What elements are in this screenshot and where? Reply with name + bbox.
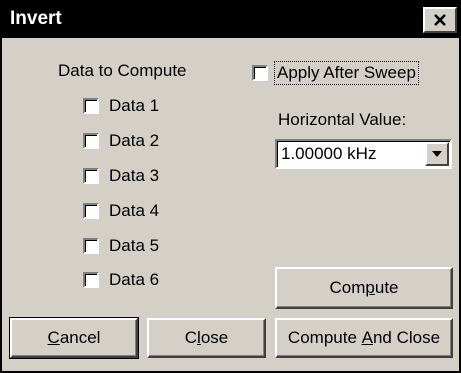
compute-label-b: ute (374, 278, 399, 297)
horizontal-value-selected: 1.00000 kHz (281, 144, 377, 163)
compute-and-close-label-mnemonic: A (361, 328, 373, 347)
dropdown-button[interactable] (425, 142, 449, 166)
close-icon (434, 14, 446, 26)
compute-label-a: Com (329, 278, 366, 297)
close-label-b: ose (200, 328, 229, 347)
close-button[interactable]: Cl ose (147, 318, 266, 358)
data-1-label: Data 1 (109, 96, 160, 115)
horizontal-value-label: Horizontal Value: (278, 110, 407, 129)
data-3-label: Data 3 (109, 166, 160, 185)
data-3-option[interactable]: Data 3 (83, 165, 159, 187)
horizontal-value-dropdown[interactable]: 1.00000 kHz (275, 139, 452, 169)
data-6-option[interactable]: Data 6 (83, 269, 159, 291)
data-4-checkbox[interactable] (83, 203, 99, 219)
chevron-down-icon (432, 151, 442, 157)
apply-after-sweep-checkbox[interactable] (252, 65, 268, 81)
data-2-label: Data 2 (109, 131, 160, 150)
title-bar: Invert (2, 2, 459, 38)
cancel-button[interactable]: Cancel (9, 317, 139, 359)
compute-and-close-button[interactable]: Compute And Close (275, 318, 453, 358)
data-6-label: Data 6 (109, 270, 160, 289)
data-4-label: Data 4 (109, 201, 160, 220)
compute-button[interactable]: Com p ute (275, 267, 453, 309)
cancel-label-mnemonic: C (47, 328, 60, 347)
close-label-a: C (184, 328, 198, 347)
data-5-checkbox[interactable] (83, 238, 99, 254)
compute-and-close-label-b: nd Close (372, 328, 441, 347)
data-2-checkbox[interactable] (83, 133, 99, 149)
data-3-checkbox[interactable] (83, 168, 99, 184)
close-window-button[interactable] (423, 7, 457, 33)
apply-after-sweep-label: Apply After Sweep (274, 61, 419, 85)
data-6-checkbox[interactable] (83, 272, 99, 288)
invert-dialog: Invert Data to Compute Data 1 Data 2 Dat… (0, 0, 461, 373)
compute-label-mnemonic: p (365, 278, 375, 297)
data-1-checkbox[interactable] (83, 98, 99, 114)
data-5-label: Data 5 (109, 236, 160, 255)
data-5-option[interactable]: Data 5 (83, 235, 159, 257)
compute-and-close-label-a: Compute (287, 328, 362, 347)
data-2-option[interactable]: Data 2 (83, 130, 159, 152)
data-4-option[interactable]: Data 4 (83, 200, 159, 222)
data-1-option[interactable]: Data 1 (83, 95, 159, 117)
dialog-title: Invert (10, 8, 62, 29)
cancel-label-b: ancel (59, 328, 101, 347)
data-to-compute-heading: Data to Compute (58, 61, 187, 80)
apply-after-sweep-option[interactable]: Apply After Sweep (252, 61, 419, 85)
